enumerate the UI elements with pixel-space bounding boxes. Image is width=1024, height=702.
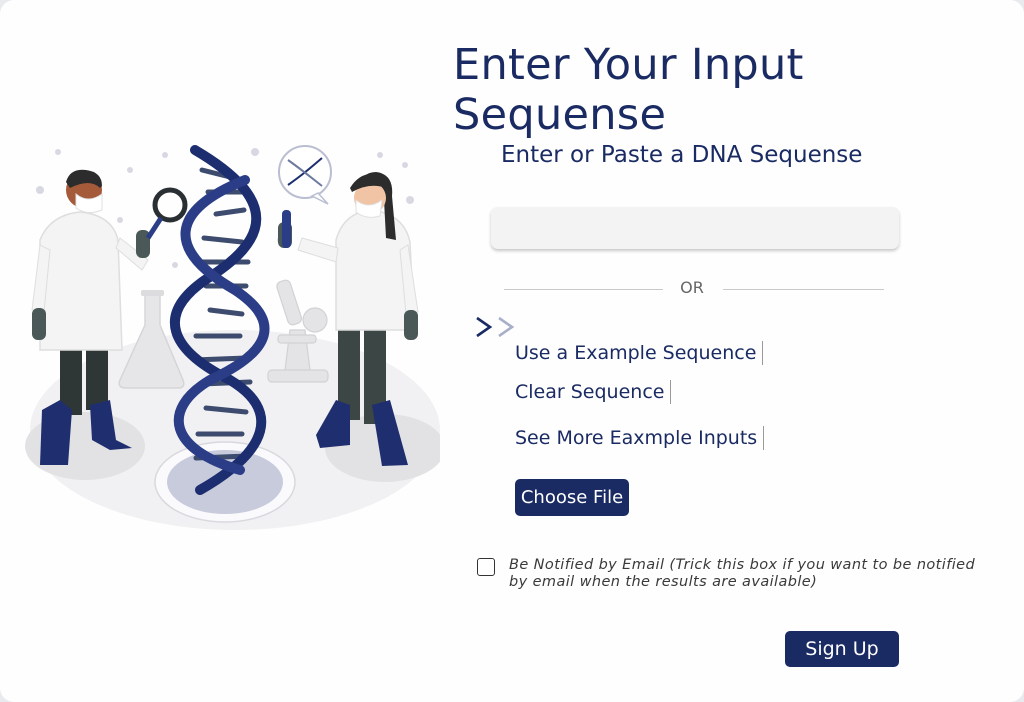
use-example-sequence-link[interactable]: Use a Example Sequence bbox=[515, 341, 764, 365]
choose-file-button[interactable]: Choose File bbox=[515, 479, 629, 516]
main-card: Enter Your Input Sequense Enter or Paste… bbox=[0, 0, 1024, 702]
or-divider-label: OR bbox=[680, 278, 704, 297]
see-more-examples-link[interactable]: See More Eaxmple Inputs bbox=[515, 426, 765, 450]
page-title: Enter Your Input Sequense bbox=[453, 40, 804, 140]
scientists-dna-illustration bbox=[25, 145, 440, 530]
divider-line-left bbox=[504, 289, 663, 290]
dna-sequence-input[interactable] bbox=[491, 207, 899, 249]
sequence-subheading: Enter or Paste a DNA Sequense bbox=[501, 142, 863, 168]
notify-email-label: Be Notified by Email (Trick this box if … bbox=[509, 557, 976, 590]
divider-line-right bbox=[723, 289, 884, 290]
sign-up-button[interactable]: Sign Up bbox=[785, 631, 899, 667]
notify-email-checkbox[interactable] bbox=[477, 558, 495, 576]
clear-sequence-link[interactable]: Clear Sequence bbox=[515, 380, 672, 404]
double-chevron-right-icon bbox=[476, 316, 515, 338]
